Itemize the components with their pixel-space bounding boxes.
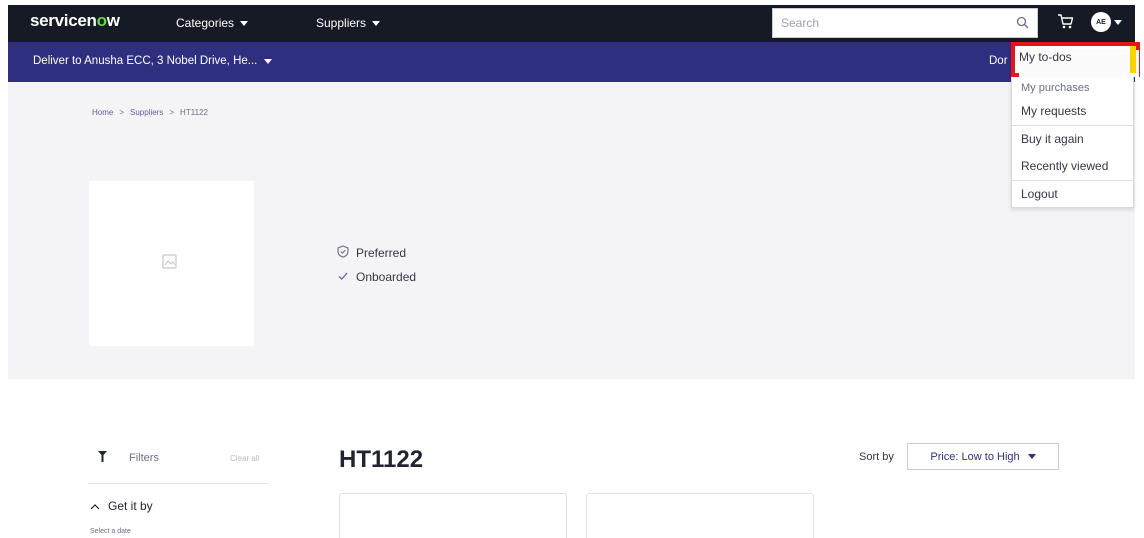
- servicenow-logo[interactable]: servicenow: [30, 11, 120, 31]
- cart-icon[interactable]: [1057, 13, 1074, 35]
- product-card[interactable]: [339, 493, 567, 538]
- menu-divider: [1012, 180, 1133, 181]
- menu-divider: [1012, 125, 1133, 126]
- select-date-label: Select a date: [90, 528, 131, 535]
- image-placeholder-icon: [160, 252, 180, 277]
- badge-onboarded: Onboarded: [337, 265, 416, 289]
- search-box: [772, 8, 1038, 38]
- logo-text-accent: o: [96, 11, 107, 30]
- supplier-badges: Preferred Onboarded: [337, 241, 416, 289]
- suppliers-label: Suppliers: [316, 16, 367, 30]
- categories-menu[interactable]: Categories: [176, 16, 249, 30]
- chevron-down-icon: [1114, 19, 1122, 25]
- delivery-bar-right-text[interactable]: Dor: [989, 55, 1008, 67]
- chevron-down-icon: [1027, 454, 1036, 459]
- get-it-by-label: Get it by: [108, 499, 153, 513]
- sort-by-label: Sort by: [859, 451, 894, 463]
- categories-label: Categories: [176, 16, 235, 30]
- supplier-image: [89, 181, 254, 346]
- get-it-by-section-toggle[interactable]: Get it by: [90, 499, 153, 513]
- badge-label: Preferred: [356, 246, 407, 260]
- chevron-down-icon: [240, 20, 249, 26]
- sort-dropdown[interactable]: Price: Low to High: [907, 443, 1059, 470]
- search-icon[interactable]: [1016, 16, 1029, 34]
- clear-all-link[interactable]: Clear all: [230, 454, 259, 463]
- breadcrumb-home[interactable]: Home: [92, 108, 113, 117]
- supplier-header: Home > Suppliers > HT1122 Preferred Onbo…: [8, 82, 1135, 379]
- check-icon: [337, 270, 349, 285]
- chevron-down-icon: [264, 58, 273, 64]
- filter-divider: [88, 483, 268, 484]
- breadcrumb: Home > Suppliers > HT1122: [92, 108, 208, 117]
- logo-text-part: servicen: [30, 11, 97, 30]
- delivery-bar: Deliver to Anusha ECC, 3 Nobel Drive, He…: [8, 42, 1135, 82]
- search-input[interactable]: [773, 9, 1003, 37]
- menu-item-my-to-dos[interactable]: My to-dos: [1019, 50, 1072, 64]
- filters-header: Filters: [98, 451, 159, 465]
- avatar: AE: [1091, 12, 1111, 32]
- filter-icon: [98, 451, 107, 465]
- filters-title: Filters: [129, 452, 159, 464]
- breadcrumb-separator: >: [119, 108, 125, 117]
- deliver-to-selector[interactable]: Deliver to Anusha ECC, 3 Nobel Drive, He…: [33, 55, 273, 67]
- badge-preferred: Preferred: [337, 241, 416, 265]
- breadcrumb-current: HT1122: [180, 108, 208, 117]
- chevron-up-icon: [90, 499, 100, 513]
- suppliers-menu[interactable]: Suppliers: [316, 16, 381, 30]
- sort-value: Price: Low to High: [930, 450, 1020, 463]
- user-dropdown-menu: My purchases My requests Buy it again Re…: [1011, 42, 1134, 208]
- chevron-down-icon: [372, 20, 381, 26]
- menu-item-my-purchases[interactable]: My purchases: [1021, 81, 1089, 95]
- menu-item-logout[interactable]: Logout: [1021, 184, 1058, 204]
- logo-text-part: w: [106, 11, 120, 30]
- user-menu-trigger[interactable]: AE: [1091, 12, 1122, 32]
- menu-item-recently-viewed[interactable]: Recently viewed: [1021, 156, 1108, 176]
- menu-item-buy-it-again[interactable]: Buy it again: [1021, 129, 1084, 149]
- deliver-to-label: Deliver to: [33, 55, 82, 67]
- shield-check-icon: [337, 245, 349, 261]
- top-navigation-bar: servicenow Categories Suppliers AE: [8, 5, 1135, 42]
- delivery-address: Anusha ECC, 3 Nobel Drive, He...: [84, 55, 258, 67]
- page-title: HT1122: [339, 446, 424, 473]
- menu-item-my-requests[interactable]: My requests: [1021, 101, 1086, 121]
- breadcrumb-separator: >: [169, 108, 175, 117]
- badge-label: Onboarded: [356, 270, 417, 284]
- product-card[interactable]: [586, 493, 814, 538]
- breadcrumb-suppliers[interactable]: Suppliers: [130, 108, 163, 117]
